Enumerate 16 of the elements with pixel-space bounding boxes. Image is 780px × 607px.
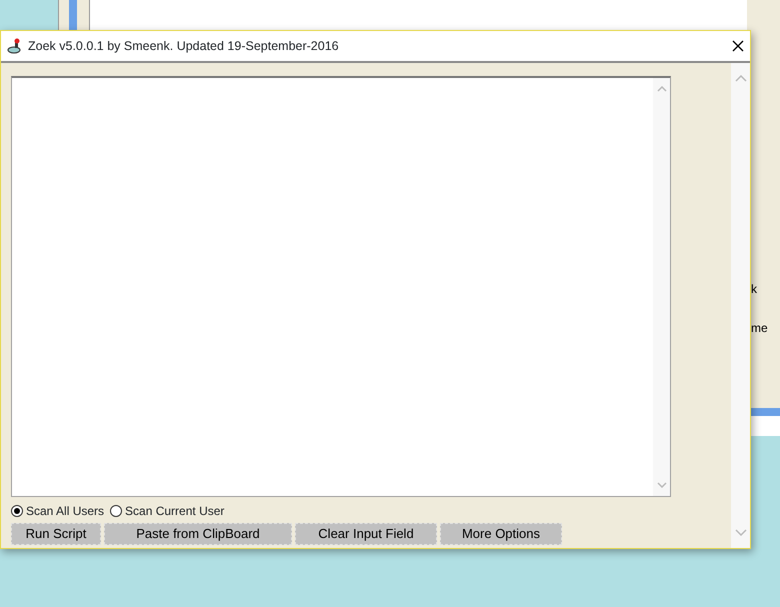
close-icon[interactable] — [732, 40, 744, 52]
action-button[interactable]: Run Script — [11, 523, 101, 545]
label-text: k — [751, 281, 757, 298]
window-title: Zoek v5.0.0.1 by Smeenk. Updated 19-September-2016 — [28, 38, 339, 55]
content-panel — [751, 416, 780, 436]
scroll-bar[interactable] — [731, 63, 750, 548]
scroll-bar[interactable] — [653, 78, 670, 496]
divider-strip — [751, 408, 780, 416]
action-button[interactable]: More Options — [440, 523, 562, 545]
label-text: me — [751, 320, 768, 337]
app-icon — [7, 38, 23, 54]
action-button[interactable]: Paste from ClipBoard — [104, 523, 292, 545]
input-field[interactable] — [11, 76, 671, 497]
radio-option[interactable]: Scan All Users — [11, 502, 104, 520]
radio-option[interactable]: Scan Current User — [110, 502, 224, 520]
action-button[interactable]: Clear Input Field — [295, 523, 437, 545]
